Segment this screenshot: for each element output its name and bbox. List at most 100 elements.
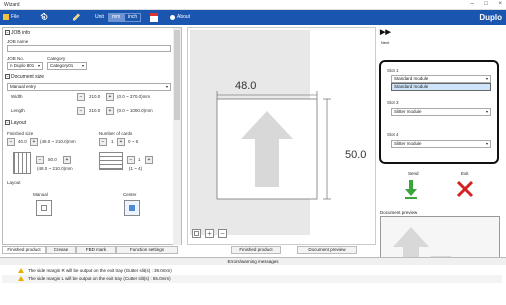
width-decrement[interactable]: − [77, 93, 85, 101]
layout-title: Layout [11, 120, 27, 126]
tab-fbd-mark[interactable]: FBD mark [76, 246, 116, 254]
warning-icon [18, 276, 24, 282]
length-value[interactable]: 210.0 [89, 108, 100, 113]
scroll-thumb[interactable] [174, 30, 180, 120]
error-row: The side margin R will be output on the … [2, 267, 502, 275]
errors-header: Errors/warning messages [0, 258, 506, 265]
tab-finished-product[interactable]: Finished product [2, 246, 46, 254]
doc-size-mode-select[interactable]: Manual entry [7, 83, 171, 91]
length-decrement[interactable]: − [77, 107, 85, 115]
slot1-option[interactable]: Standard module [391, 83, 491, 91]
left-scrollbar[interactable] [173, 28, 181, 245]
close-window-button[interactable]: × [498, 1, 502, 7]
error-text: The side margin L will be output on the … [28, 276, 171, 281]
center-label: Center [123, 192, 137, 197]
doc-size-section[interactable]: − Document size [5, 74, 44, 80]
about-icon [170, 15, 175, 20]
calendar-icon[interactable] [150, 13, 158, 22]
cards-range: 0 ~ 6 [128, 139, 139, 144]
canvas-tabs: Finished product Document preview [187, 246, 376, 255]
fit-view-icon[interactable] [192, 229, 201, 238]
slot3-select[interactable]: Slitter module [391, 108, 491, 116]
maximize-button[interactable]: □ [484, 1, 488, 7]
width-value[interactable]: 210.0 [89, 94, 100, 99]
next-label: Next [381, 40, 390, 45]
category-select[interactable]: Category01 [47, 62, 87, 70]
manual-layout-button[interactable] [36, 200, 52, 216]
tab-crease[interactable]: Crease [46, 246, 76, 254]
inner-cards-increment[interactable]: + [145, 156, 153, 164]
finished-size-label: Finished size [7, 131, 34, 136]
center-layout-button[interactable] [124, 200, 140, 216]
width-range: (0.0 ~ 370.0)mm [117, 94, 151, 99]
num-cards-label: Number of cards [99, 131, 133, 136]
settings-panel: − JOB info JOB name JOB No. Category n Du… [2, 27, 182, 245]
length-increment[interactable]: + [106, 107, 114, 115]
unit-mm-button[interactable]: mm [108, 13, 125, 22]
slot4-label: Slot 4 [387, 132, 399, 137]
finished-size-increment[interactable]: + [30, 138, 38, 146]
error-panel: Errors/warning messages The side margin … [0, 257, 506, 305]
layout-section[interactable]: − Layout [5, 120, 26, 126]
collapse-icon[interactable]: − [5, 120, 10, 126]
slot1-select[interactable]: Standard module [391, 75, 491, 83]
tab-function-settings[interactable]: Function settings [116, 246, 178, 254]
zoom-in-icon[interactable]: + [205, 229, 214, 238]
doc-preview-label: Document preview [380, 210, 418, 215]
inner-cards-decrement[interactable]: − [127, 156, 135, 164]
undo-icon[interactable] [40, 13, 49, 21]
main-toolbar: File Unit mm inch About Duplo [0, 10, 506, 25]
inner-value[interactable]: 50.0 [48, 157, 57, 162]
error-row: The side margin L will be output on the … [2, 275, 502, 283]
job-no-select[interactable]: n Duplo 801 [7, 62, 43, 70]
slot4-select[interactable]: Slitter module [391, 140, 491, 148]
job-name-input[interactable] [7, 45, 171, 52]
send-icon[interactable] [404, 180, 418, 200]
cards-value[interactable]: 1 [111, 139, 114, 144]
doc-size-title: Document size [11, 74, 45, 80]
inner-cards-range: (1 ~ 4) [129, 166, 143, 171]
finished-size-value[interactable]: 40.0 [18, 139, 27, 144]
length-range: (0.0 ~ 1000.0)mm [117, 108, 153, 113]
exit-icon[interactable] [456, 180, 474, 198]
collapse-icon[interactable]: − [5, 74, 10, 80]
length-label: Length [11, 108, 25, 113]
tab-canvas-finished[interactable]: Finished product [231, 246, 281, 254]
inner-range: (48.0 ~ 210.0)mm [37, 166, 73, 171]
cards-increment[interactable]: + [117, 138, 125, 146]
job-no-label: JOB No. [7, 56, 25, 61]
module-slot-panel: Slot 1 Standard module Standard module S… [379, 60, 499, 164]
warning-icon [18, 268, 24, 274]
job-name-label: JOB name [7, 39, 29, 44]
slot1-label: Slot 1 [387, 68, 399, 73]
zoom-out-icon[interactable]: − [218, 229, 227, 238]
job-info-title: JOB info [11, 30, 31, 36]
next-arrow-icon[interactable]: ▶▶ [380, 29, 391, 38]
inner-decrement[interactable]: − [36, 156, 44, 164]
layout-horizontal-icon [99, 152, 123, 170]
finished-product-drawing [216, 91, 331, 200]
manual-label: Manual [33, 192, 48, 197]
layout-vertical-icon [13, 152, 31, 174]
unit-label: Unit [95, 14, 104, 20]
inner-cards-value[interactable]: 1 [138, 157, 141, 162]
collapse-icon[interactable]: − [5, 30, 10, 36]
tab-canvas-preview[interactable]: Document preview [297, 246, 357, 254]
title-bar: Wizard – □ × [0, 0, 506, 10]
width-increment[interactable]: + [106, 93, 114, 101]
unit-inch-button[interactable]: inch [124, 13, 142, 22]
finished-size-decrement[interactable]: − [7, 138, 15, 146]
window-title: Wizard [4, 2, 20, 8]
layout-mode-label: Layout [7, 180, 21, 185]
send-label: Send [408, 171, 419, 176]
minimize-button[interactable]: – [471, 1, 474, 7]
cards-decrement[interactable]: − [99, 138, 107, 146]
job-info-section[interactable]: − JOB info [5, 30, 30, 36]
inner-increment[interactable]: + [63, 156, 71, 164]
error-text: The side margin R will be output on the … [28, 268, 172, 273]
about-menu[interactable]: About [177, 14, 190, 20]
file-menu[interactable]: File [11, 14, 19, 20]
width-dimension: 48.0 [235, 80, 257, 92]
brand-logo: Duplo [479, 13, 502, 22]
pencil-icon[interactable] [72, 13, 81, 21]
